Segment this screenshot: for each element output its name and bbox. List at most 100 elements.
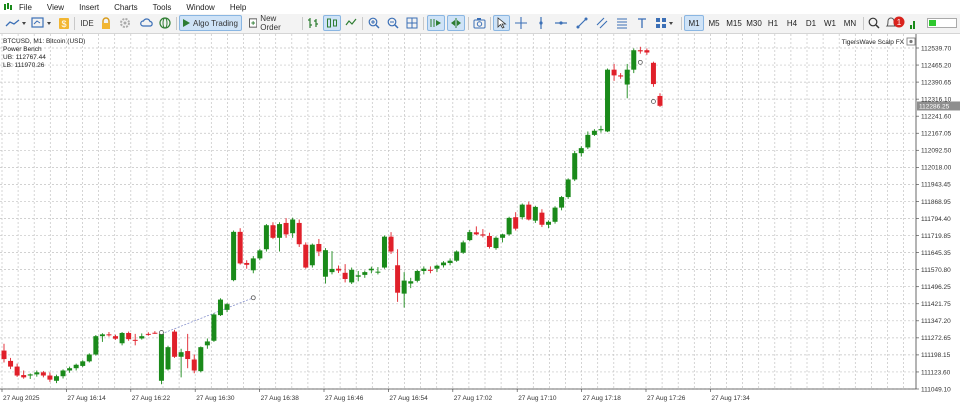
candle-body — [132, 339, 138, 341]
market-watch-button[interactable]: $ — [57, 15, 71, 31]
candle — [303, 242, 309, 269]
candle-body — [395, 265, 401, 293]
text-tool-button[interactable] — [634, 15, 650, 31]
screenshot-button[interactable] — [471, 15, 487, 31]
candle-body — [388, 236, 394, 252]
candle-body — [637, 50, 643, 52]
candle-body — [631, 50, 637, 70]
price-tick-label: 111049.10 — [921, 386, 951, 393]
timeframe-h4[interactable]: H4 — [782, 15, 802, 31]
algo-trading-button[interactable]: Algo Trading — [179, 15, 242, 31]
price-tick-label: 112390.65 — [921, 79, 952, 86]
candlestick-chart[interactable]: 112539.70112465.20112390.65112316.101122… — [0, 34, 960, 414]
menu-insert[interactable]: Insert — [79, 3, 99, 12]
timeframe-m15[interactable]: M15 — [724, 15, 744, 31]
crosshair-button[interactable] — [513, 15, 529, 31]
zoom-in-button[interactable] — [366, 15, 382, 31]
price-tick-label: 111123.60 — [921, 369, 951, 376]
zoom-out-button[interactable] — [385, 15, 401, 31]
candle-body — [336, 268, 342, 271]
horizontal-line-button[interactable] — [553, 15, 569, 31]
autoscroll-icon — [430, 19, 441, 27]
timeframe-m1[interactable]: M1 — [684, 15, 704, 31]
candle-body — [526, 204, 532, 220]
search-button[interactable] — [866, 15, 882, 31]
menu-charts[interactable]: Charts — [114, 3, 138, 12]
connection-bar-icon — [927, 18, 957, 28]
bar-chart-icon — [308, 18, 318, 28]
text-icon — [638, 18, 646, 28]
timeframe-m30[interactable]: M30 — [744, 15, 764, 31]
menu-window[interactable]: Window — [186, 3, 214, 12]
menu-view[interactable]: View — [47, 3, 64, 12]
vertical-line-button[interactable] — [533, 15, 549, 31]
autoscroll-button[interactable] — [427, 15, 445, 31]
candle — [158, 330, 164, 385]
candle-body — [73, 364, 79, 369]
candle-body — [250, 258, 256, 271]
candle — [237, 228, 243, 265]
vps-button[interactable] — [157, 15, 173, 31]
menu-help[interactable]: Help — [230, 3, 246, 12]
candle-body — [1, 350, 7, 360]
candle-body — [421, 268, 427, 271]
chart-window[interactable]: 112539.70 112465.20 112390.65 112316.10 1122… — [0, 34, 960, 414]
candle-body — [493, 237, 499, 249]
cursor-tool-button[interactable] — [493, 15, 510, 31]
menu-file[interactable]: File — [19, 3, 32, 12]
ide-button[interactable]: IDE — [78, 15, 96, 31]
settings-button[interactable] — [117, 15, 133, 31]
bar-chart-button[interactable] — [305, 15, 321, 31]
time-tick-label: 27 Aug 16:46 — [325, 395, 364, 402]
connection-status — [926, 15, 958, 31]
candle-body — [86, 354, 92, 362]
candle-body — [8, 360, 14, 367]
trendline-button[interactable] — [574, 15, 590, 31]
channel-button[interactable] — [594, 15, 610, 31]
candle — [454, 250, 460, 262]
candle — [506, 216, 512, 236]
candle-body — [119, 332, 125, 344]
signals-button[interactable] — [139, 15, 155, 31]
expert-advisor-label: TigersWave Scalp FX — [842, 39, 905, 46]
line-chart-icon — [5, 19, 26, 27]
timeframe-w1[interactable]: W1 — [820, 15, 840, 31]
chart-shift-icon — [451, 18, 461, 28]
candle-body — [618, 75, 624, 77]
notifications-button[interactable]: 1 — [884, 15, 906, 31]
candle-body — [434, 265, 440, 269]
candle — [631, 48, 637, 74]
tile-windows-button[interactable] — [404, 15, 420, 31]
time-tick-label: 27 Aug 16:14 — [67, 395, 106, 402]
candle-body — [565, 179, 571, 198]
time-tick-label: 27 Aug 17:34 — [711, 395, 750, 402]
lock-button[interactable] — [98, 15, 114, 31]
price-tick-label: 111794.40 — [921, 216, 951, 223]
candle — [172, 329, 178, 358]
shapes-dropdown[interactable] — [654, 15, 676, 31]
timeframe-m5[interactable]: M5 — [704, 15, 724, 31]
candlestick-button[interactable] — [323, 15, 341, 31]
profiles-dropdown[interactable] — [30, 15, 54, 31]
menu-tools[interactable]: Tools — [153, 3, 172, 12]
timeframe-h1[interactable]: H1 — [763, 15, 783, 31]
chart-type-dropdown[interactable] — [4, 15, 28, 31]
candlestick-icon — [327, 18, 337, 28]
candle-body — [316, 243, 322, 252]
fibonacci-button[interactable] — [614, 15, 630, 31]
price-tick-label: 112465.20 — [921, 62, 952, 69]
candle-body — [572, 153, 578, 180]
timeframe-mn[interactable]: MN — [840, 15, 860, 31]
candle-body — [486, 235, 492, 247]
timeframe-d1[interactable]: D1 — [801, 15, 821, 31]
chart-shift-button[interactable] — [447, 15, 465, 31]
signal-strength-indicator — [909, 15, 917, 31]
candle-body — [257, 250, 263, 259]
line-chart-button[interactable] — [343, 15, 359, 31]
candle-body — [460, 242, 466, 253]
zoom-in-icon — [368, 17, 380, 29]
price-tick-label: 112241.60 — [921, 114, 952, 121]
new-order-label: New Order — [260, 14, 281, 32]
candle-body — [578, 148, 584, 154]
new-order-button[interactable]: New Order — [246, 14, 299, 32]
